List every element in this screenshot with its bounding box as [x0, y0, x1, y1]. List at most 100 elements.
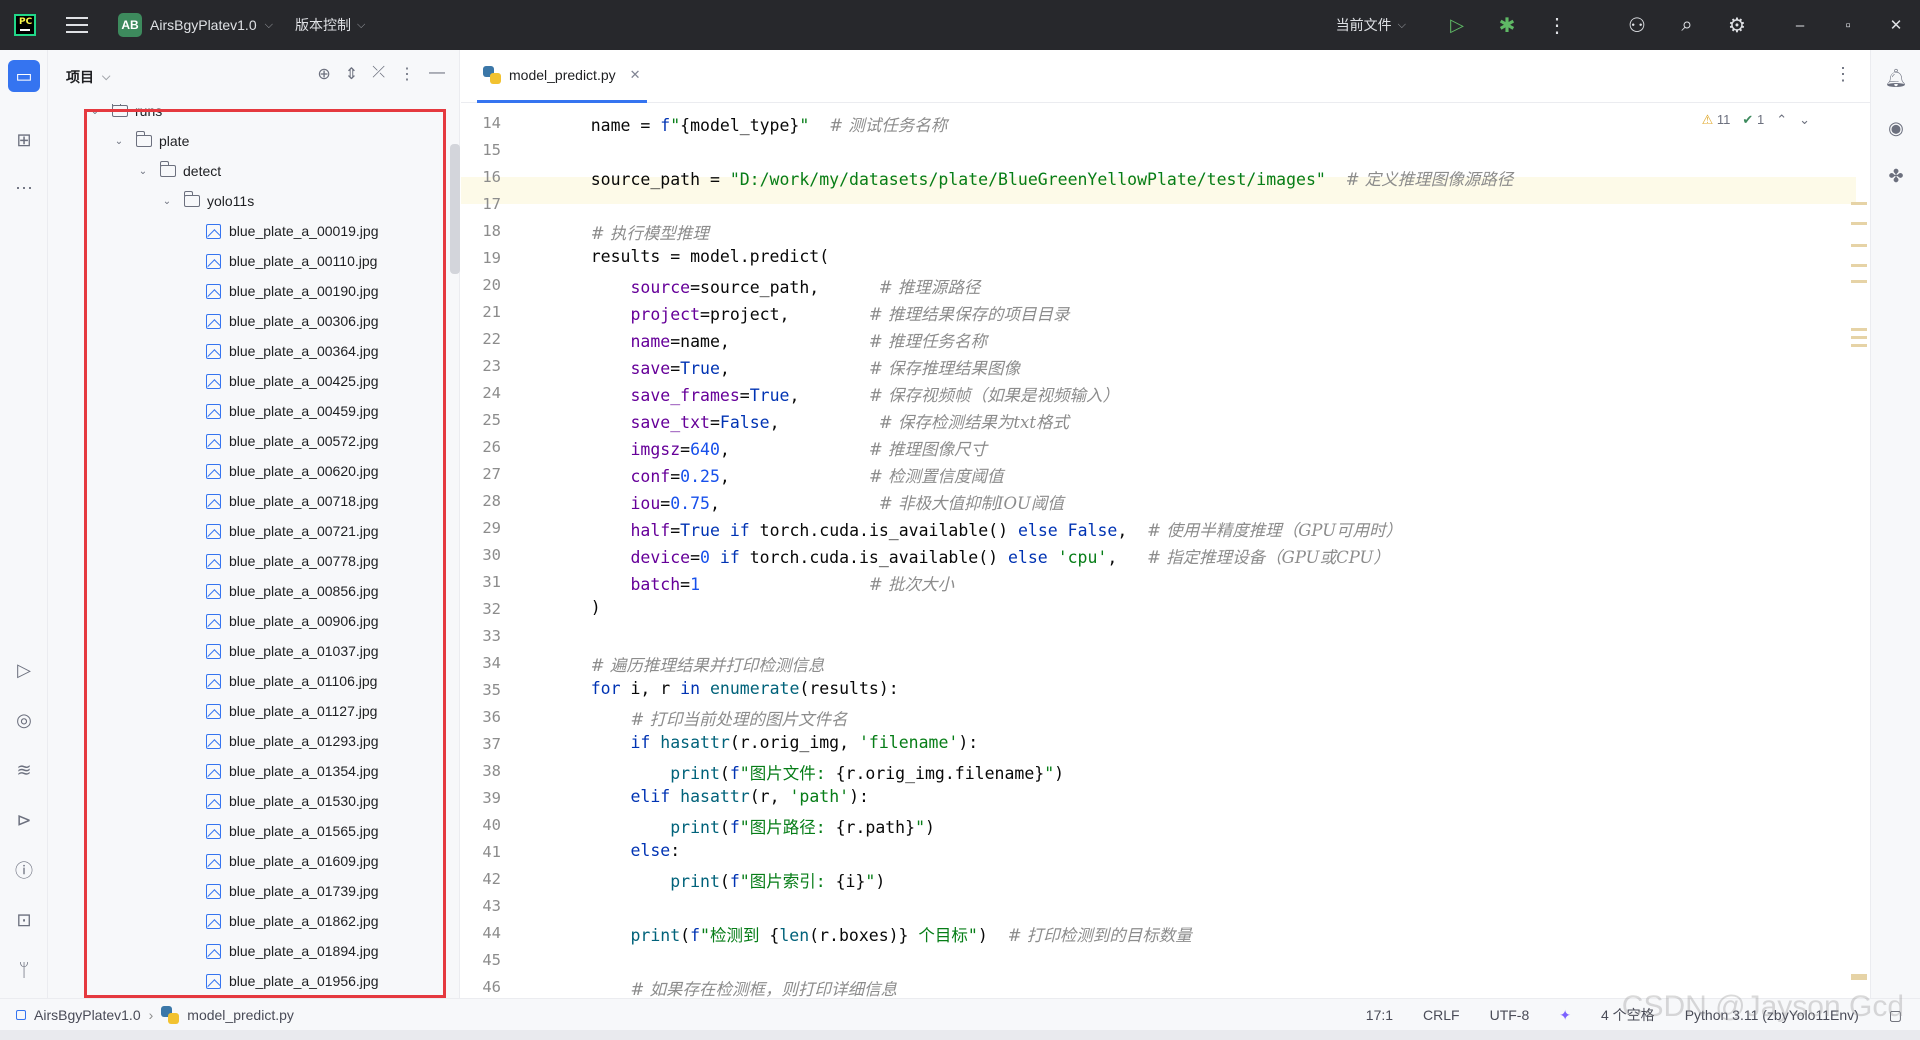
run-config-selector[interactable]: 当前文件 ⌵ [1336, 15, 1406, 35]
code-line[interactable]: conf=0.25, # 检测置信度阈值 [551, 463, 1003, 487]
code-line[interactable]: # 执行模型推理 [551, 220, 709, 244]
tree-file[interactable]: blue_plate_a_01037.jpg [48, 636, 448, 666]
tree-file[interactable]: blue_plate_a_01862.jpg [48, 906, 448, 936]
code-line[interactable]: for i, r in enumerate(results): [551, 679, 899, 698]
gear-icon[interactable]: ⚙ [1712, 0, 1762, 50]
code-line[interactable]: save_frames=True, # 保存视频帧（如果是视频输入） [551, 382, 1119, 406]
locate-icon[interactable]: ⊕ [317, 64, 330, 84]
tree-file[interactable]: blue_plate_a_00718.jpg [48, 486, 448, 516]
code-line[interactable]: imgsz=640, # 推理图像尺寸 [551, 436, 987, 460]
editor-tab[interactable]: model_predict.py ✕ [477, 50, 647, 103]
more-actions-icon[interactable]: ⋮ [1532, 0, 1582, 50]
code-line[interactable]: if hasattr(r.orig_img, 'filename'): [551, 733, 978, 752]
tree-file[interactable]: blue_plate_a_01894.jpg [48, 936, 448, 966]
code-line[interactable]: else: [551, 841, 680, 860]
project-tool-icon[interactable]: ▭ [8, 60, 40, 92]
breadcrumb-project[interactable]: AirsBgyPlatev1.0 [34, 1007, 141, 1023]
tree-file[interactable]: blue_plate_a_00721.jpg [48, 516, 448, 546]
plugin-icon[interactable]: ✤ [1880, 160, 1912, 192]
terminal-icon[interactable]: ⊡ [8, 904, 40, 936]
code-line[interactable]: save_txt=False, # 保存检测结果为txt格式 [551, 409, 1069, 433]
notifications-icon[interactable]: 🔔︎ [1880, 62, 1912, 94]
tree-file[interactable]: blue_plate_a_01530.jpg [48, 786, 448, 816]
code-line[interactable]: project=project, # 推理结果保存的项目目录 [551, 301, 1069, 325]
tree-file[interactable]: blue_plate_a_00190.jpg [48, 276, 448, 306]
tree-file[interactable]: blue_plate_a_00110.jpg [48, 246, 448, 276]
python-console-icon[interactable]: ◎ [8, 704, 40, 736]
code-line[interactable]: # 如果存在检测框，则打印详细信息 [551, 976, 897, 998]
expand-all-icon[interactable]: ⇕ [345, 64, 358, 84]
hide-panel-icon[interactable]: — [429, 64, 445, 84]
debug-icon[interactable]: ✱ [1482, 0, 1532, 50]
app-logo-icon[interactable]: PC [14, 14, 36, 36]
services-icon[interactable]: ⊳ [8, 804, 40, 836]
code-line[interactable]: name=name, # 推理任务名称 [551, 328, 987, 352]
tree-file[interactable]: blue_plate_a_01956.jpg [48, 966, 448, 996]
project-switcher[interactable]: AB AirsBgyPlatev1.0 ⌵ [118, 13, 273, 37]
search-icon[interactable]: ⌕ [1662, 0, 1712, 50]
tree-file[interactable]: blue_plate_a_00572.jpg [48, 426, 448, 456]
breadcrumb-file[interactable]: model_predict.py [187, 1007, 294, 1023]
structure-tool-icon[interactable]: ⊞ [8, 124, 40, 156]
expand-arrow-icon[interactable]: ⌄ [112, 136, 126, 147]
run-tool-icon[interactable]: ▷ [8, 654, 40, 686]
code-line[interactable]: save=True, # 保存推理结果图像 [551, 355, 1020, 379]
expand-arrow-icon[interactable]: ⌄ [136, 166, 150, 177]
chevron-down-icon[interactable]: ⌄ [1799, 112, 1810, 128]
code-line[interactable]: device=0 if torch.cuda.is_available() el… [551, 544, 1389, 568]
tree-file[interactable]: blue_plate_a_00306.jpg [48, 306, 448, 336]
tree-file[interactable]: blue_plate_a_00778.jpg [48, 546, 448, 576]
line-separator[interactable]: CRLF [1423, 1007, 1460, 1023]
expand-arrow-icon[interactable]: ⌄ [88, 106, 102, 117]
code-line[interactable]: print(f"图片文件: {r.orig_img.filename}") [551, 760, 1064, 784]
ai-status-icon[interactable]: ✦ [1559, 1007, 1571, 1024]
tree-file[interactable]: blue_plate_a_00620.jpg [48, 456, 448, 486]
code-line[interactable]: print(f"检测到 {len(r.boxes)} 个目标") # 打印检测到… [551, 922, 1191, 946]
tree-file[interactable]: blue_plate_a_00459.jpg [48, 396, 448, 426]
collapse-all-icon[interactable]: ⤫ [372, 64, 385, 84]
options-icon[interactable]: ⋮ [399, 64, 415, 84]
more-tools-icon[interactable]: ⋯ [8, 172, 40, 204]
git-icon[interactable]: ᛘ [8, 954, 40, 986]
code-line[interactable]: elif hasattr(r, 'path'): [551, 787, 868, 806]
run-icon[interactable]: ▷ [1432, 0, 1482, 50]
code-line[interactable]: results = model.predict( [551, 247, 829, 266]
tree-file[interactable]: blue_plate_a_01565.jpg [48, 816, 448, 846]
tree-file[interactable]: blue_plate_a_00019.jpg [48, 216, 448, 246]
tree-folder[interactable]: ⌄ runs [48, 104, 448, 126]
inspection-widget[interactable]: ⚠ 11 ✔ 1 ⌃ ⌄ [1702, 112, 1810, 128]
code-line[interactable]: source=source_path, # 推理源路径 [551, 274, 980, 298]
tree-scrollbar[interactable] [450, 144, 460, 274]
tab-options-icon[interactable]: ⋮ [1834, 64, 1852, 85]
tree-file[interactable]: blue_plate_a_01106.jpg [48, 666, 448, 696]
tree-file[interactable]: blue_plate_a_01609.jpg [48, 846, 448, 876]
code-line[interactable]: source_path = "D:/work/my/datasets/plate… [551, 166, 1514, 190]
code-line[interactable]: name = f"{model_type}" # 测试任务名称 [551, 112, 948, 136]
tree-file[interactable]: blue_plate_a_01293.jpg [48, 726, 448, 756]
tree-file[interactable]: blue_plate_a_01354.jpg [48, 756, 448, 786]
tree-file[interactable]: blue_plate_a_00425.jpg [48, 366, 448, 396]
tree-file[interactable]: blue_plate_a_00906.jpg [48, 606, 448, 636]
problems-icon[interactable]: ⓘ [8, 854, 40, 886]
expand-arrow-icon[interactable]: ⌄ [160, 196, 174, 207]
minimize-icon[interactable]: – [1776, 0, 1824, 50]
tree-file[interactable]: blue_plate_a_00856.jpg [48, 576, 448, 606]
restore-icon[interactable]: ▫ [1824, 0, 1872, 50]
code-line[interactable]: iou=0.75, # 非极大值抑制IOU阈值 [551, 490, 1063, 514]
code-line[interactable]: batch=1 # 批次大小 [551, 571, 954, 595]
code-area[interactable]: name = f"{model_type}" # 测试任务名称 source_p… [551, 104, 1851, 998]
layers-icon[interactable]: ≋ [8, 754, 40, 786]
tree-file[interactable]: blue_plate_a_00364.jpg [48, 336, 448, 366]
code-line[interactable]: ) [551, 598, 601, 617]
caret-position[interactable]: 17:1 [1366, 1007, 1393, 1023]
tree-folder[interactable]: ⌄ plate [48, 126, 448, 156]
ai-assistant-icon[interactable]: ◉ [1880, 112, 1912, 144]
code-line[interactable]: # 打印当前处理的图片文件名 [551, 706, 847, 730]
add-user-icon[interactable]: ⚇ [1612, 0, 1662, 50]
code-line[interactable]: print(f"图片索引: {i}") [551, 868, 885, 892]
file-encoding[interactable]: UTF-8 [1490, 1007, 1530, 1023]
code-line[interactable]: half=True if torch.cuda.is_available() e… [551, 517, 1402, 541]
tree-file[interactable]: blue_plate_a_01127.jpg [48, 696, 448, 726]
close-tab-icon[interactable]: ✕ [630, 67, 641, 83]
main-menu-icon[interactable] [66, 17, 88, 33]
